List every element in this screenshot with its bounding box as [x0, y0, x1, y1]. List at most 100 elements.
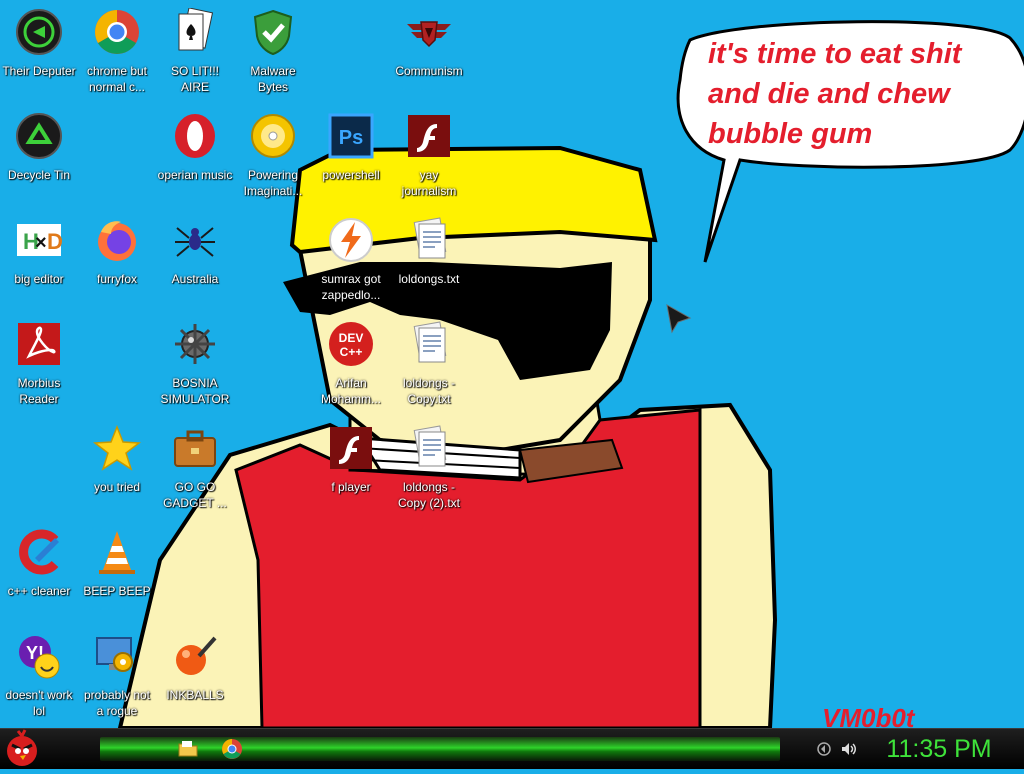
chrome-icon [222, 739, 242, 759]
angry-bird-icon [7, 729, 37, 766]
star-icon [92, 424, 142, 471]
desktop-icon-powershell[interactable]: Ps powershell [312, 108, 390, 208]
text-file-icon [413, 217, 447, 259]
playing-card-icon [178, 7, 214, 51]
speech-bubble-text: it's time to eat shit and die and chew b… [708, 38, 962, 150]
icon-label: Arifan Mohamm... [320, 376, 381, 406]
taskbar-glow-strip [100, 737, 780, 761]
desktop-icon-yay-journalism[interactable]: yay journalism [390, 108, 468, 208]
icon-label: f player [331, 480, 371, 494]
traffic-cone-icon [99, 531, 135, 574]
photoshop-icon: Ps [328, 113, 374, 159]
desktop-icon-operian-music[interactable]: operian music [156, 108, 234, 208]
razer-icon [16, 9, 62, 55]
chrome-icon [95, 10, 139, 54]
ccleaner-icon [19, 529, 59, 575]
desktop-icon-decycle-tin[interactable]: Decycle Tin [0, 108, 78, 208]
desktop-icon-so-lit-aire[interactable]: SO LIT!!! AIRE [156, 4, 234, 104]
icon-label: Decycle Tin [7, 168, 71, 182]
desktop-icon-big-editor[interactable]: H × D big editor [0, 212, 78, 312]
clock[interactable]: 11:35 PM [874, 733, 1004, 765]
desktop-icon-australia[interactable]: Australia [156, 212, 234, 312]
icon-label: INKBALLS [166, 688, 224, 702]
icon-label: doesn't work lol [5, 688, 73, 718]
text-file-icon [413, 321, 447, 363]
hxd-icon: H× D [17, 224, 63, 256]
desktop-icon-malware-bytes[interactable]: Malware Bytes [234, 4, 312, 104]
icon-label: Australia [171, 272, 219, 286]
desktop-icon-bosnia-simulator[interactable]: BOSNIA SIMULATOR [156, 316, 234, 416]
icon-label: powershell [322, 168, 380, 182]
desktop-icon-you-tried[interactable]: you tried [78, 420, 156, 520]
icon-label: sumrax got zappedlo... [321, 272, 381, 302]
svg-text:×: × [35, 232, 47, 254]
flash-icon [330, 427, 372, 469]
lightning-icon [329, 218, 373, 262]
network-icon[interactable] [816, 741, 832, 757]
desktop-icon-loldongs-txt[interactable]: loldongs.txt [390, 212, 468, 312]
start-button[interactable] [2, 729, 42, 769]
text-file-icon [413, 425, 447, 467]
briefcase-icon [174, 430, 216, 467]
gears-monitor-icon [96, 637, 133, 672]
desktop-icon-sumrax[interactable]: sumrax got zappedlo... [312, 212, 390, 312]
icon-label: loldongs - Copy (2).txt [397, 480, 460, 510]
icon-label: Their Deputer [2, 64, 76, 78]
icon-label: GO GO GADGET ... [163, 480, 227, 510]
icon-label: BOSNIA SIMULATOR [160, 376, 230, 406]
icon-label: BEEP BEEP [83, 584, 151, 598]
shield-check-icon [253, 9, 293, 56]
desktop-icon-inkballs[interactable]: INKBALLS [156, 628, 234, 728]
file-explorer-icon [178, 741, 198, 757]
desktop-icon-morbius-reader[interactable]: Morbius Reader [0, 316, 78, 416]
desktop-icon-arifan-mohammed[interactable]: DEV C++ Arifan Mohamm... [312, 316, 390, 416]
desktop-icon-doesnt-work-lol[interactable]: Y! doesn't work lol [0, 628, 78, 728]
desktop-icon-loldongs-copy-txt[interactable]: loldongs - Copy.txt [390, 316, 468, 416]
icon-label: Morbius Reader [17, 376, 61, 406]
volume-icon[interactable] [840, 741, 858, 757]
icon-label: Communism [395, 64, 463, 78]
icon-label: c++ cleaner [7, 584, 71, 598]
system-tray [808, 737, 878, 761]
opera-icon [175, 114, 215, 158]
ink-ball-icon [176, 636, 217, 675]
icon-label: big editor [14, 272, 64, 286]
icon-label: loldongs - Copy.txt [402, 376, 456, 406]
desktop-icon-chrome[interactable]: chrome but normal c... [78, 4, 156, 104]
firefox-icon [98, 221, 136, 261]
desktop-icon-communism[interactable]: Communism [390, 4, 468, 104]
svg-text:D: D [47, 229, 63, 254]
pdf-reader-icon [18, 323, 60, 365]
spider-icon [175, 227, 215, 257]
icon-label: Malware Bytes [250, 64, 296, 94]
disc-icon [251, 114, 295, 158]
svg-text:DEV: DEV [339, 331, 364, 345]
svg-text:C++: C++ [340, 345, 363, 359]
desktop-icon-cpp-cleaner[interactable]: c++ cleaner [0, 524, 78, 624]
icon-label: operian music [157, 168, 233, 182]
desktop-icon-probably-not-a-rogue[interactable]: probably not a rogue [78, 628, 156, 728]
desktop[interactable]: it's time to eat shit and die and chew b… [0, 0, 1024, 728]
icon-label: loldongs.txt [398, 272, 460, 286]
desktop-icon-powering-imagination[interactable]: Powering Imaginati... [234, 108, 312, 208]
icon-label: SO LIT!!! AIRE [170, 64, 219, 94]
mine-icon [175, 324, 215, 364]
taskbar-chrome[interactable] [220, 737, 244, 761]
desktop-icon-go-go-gadget[interactable]: GO GO GADGET ... [156, 420, 234, 520]
desktop-icon-furryfox[interactable]: furryfox [78, 212, 156, 312]
icon-label: probably not a rogue [83, 688, 151, 718]
taskbar: 11:35 PM [0, 728, 1024, 769]
desktop-icon-their-deputer[interactable]: Their Deputer [0, 4, 78, 104]
desktop-icon-beep-beep[interactable]: BEEP BEEP [78, 524, 156, 624]
icon-label: Powering Imaginati... [243, 168, 303, 198]
taskbar-file-explorer[interactable] [176, 737, 200, 761]
desktop-icon-f-player[interactable]: f player [312, 420, 390, 520]
icon-label: yay journalism [401, 168, 457, 198]
yahoo-messenger-icon: Y! [19, 636, 60, 679]
icon-label: you tried [93, 480, 141, 494]
icon-label: chrome but normal c... [86, 64, 148, 94]
flash-icon [408, 115, 450, 157]
emblem-icon [407, 21, 451, 48]
artist-signature: VM0b0t [822, 703, 915, 728]
desktop-icon-loldongs-copy-2-txt[interactable]: loldongs - Copy (2).txt [390, 420, 468, 520]
